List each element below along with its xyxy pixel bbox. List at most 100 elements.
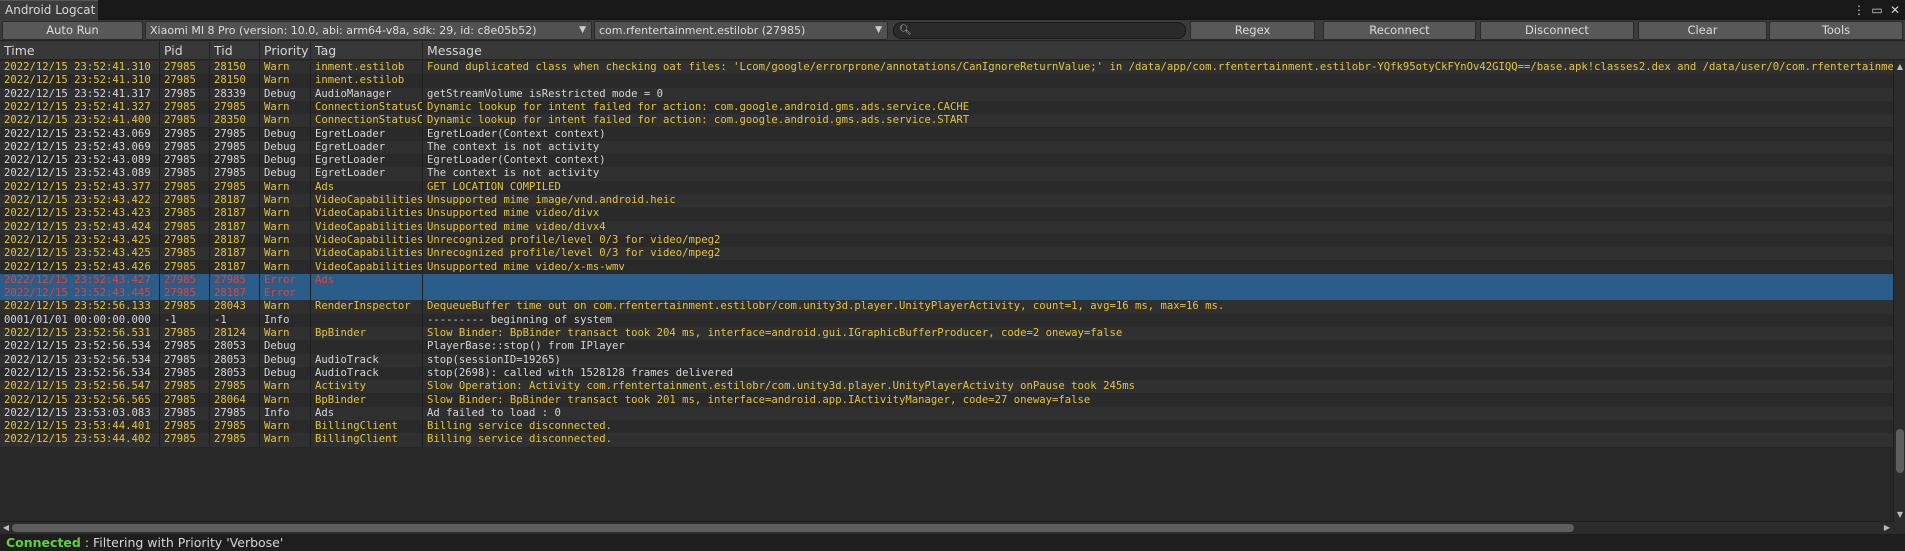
table-row[interactable]: 2022/12/15 23:52:56.534 27985 28053 Debug Au…	[0, 366, 1893, 381]
column-message[interactable]: Message	[423, 41, 1905, 60]
auto-run-button[interactable]: Auto Run	[2, 21, 143, 40]
table-row[interactable]: 2022/12/15 23:52:43.422 27985 28187 Warn Vid…	[0, 194, 1893, 208]
cell-time: 2022/12/15 23:52:43.069	[0, 127, 160, 141]
device-select-value: Xiaomi MI 8 Pro (version: 10.0, abi: arm…	[150, 24, 537, 37]
table-row[interactable]: 2022/12/15 23:52:43.089 27985 27985 Debug Eg…	[0, 154, 1893, 168]
maximize-icon[interactable]: ▭	[1871, 3, 1883, 17]
cell-priority: Warn	[260, 61, 311, 75]
status-bar: Connected : Filtering with Priority 'Ver…	[0, 534, 1905, 551]
chevron-down-icon: ▼	[875, 25, 882, 35]
cell-message: Found duplicated class when checking oat…	[427, 61, 1893, 73]
column-tag[interactable]: Tag	[311, 41, 423, 60]
table-row[interactable]: 2022/12/15 23:52:41.317 27985 28339 Debug Au…	[0, 87, 1893, 101]
cell-message: Unsupported mime image/vnd.android.heic	[427, 194, 676, 206]
cell-tid: 28187	[210, 220, 260, 234]
cell-tid: 27985	[210, 420, 260, 434]
table-row[interactable]: 2022/12/15 23:52:43.426 27985 28187 Warn Vid…	[0, 260, 1893, 274]
scroll-left-icon[interactable]: ◀	[0, 522, 12, 534]
cell-tid: 27985	[210, 100, 260, 115]
table-row[interactable]: 2022/12/15 23:52:56.534 27985 28053 Debug Pl…	[0, 340, 1893, 354]
table-row[interactable]: 2022/12/15 23:53:44.402 27985 27985 Warn Bil…	[0, 433, 1893, 447]
column-priority[interactable]: Priority	[260, 41, 311, 60]
table-row[interactable]: 2022/12/15 23:52:43.425 27985 28187 Warn Vid…	[0, 233, 1893, 248]
table-row[interactable]: 2022/12/15 23:52:43.424 27985 28187 Warn Vid…	[0, 220, 1893, 234]
table-row[interactable]: 2022/12/15 23:52:43.069 27985 27985 Debug Eg…	[0, 140, 1893, 155]
cell-time: 2022/12/15 23:52:43.425	[0, 247, 160, 261]
cell-time: 2022/12/15 23:52:43.089	[0, 167, 160, 181]
cell-tid: 28187	[210, 207, 260, 221]
cell-message	[423, 74, 1893, 87]
regex-button[interactable]: Regex	[1190, 21, 1315, 40]
table-row[interactable]: 2022/12/15 23:52:56.133 27985 28043 Warn Ren…	[0, 300, 1893, 314]
tab-android-logcat[interactable]: Android Logcat	[0, 0, 98, 20]
log-list[interactable]: 2022/12/15 23:52:41.310 27985 28150 Warn inm…	[0, 61, 1893, 521]
cell-message: The context is not activity	[427, 167, 600, 180]
column-time[interactable]: Time	[0, 41, 160, 60]
cell-tid: 28053	[210, 366, 260, 381]
table-row[interactable]: 2022/12/15 23:53:03.083 27985 27985 Info Ads…	[0, 406, 1893, 421]
cell-tag: BpBinder	[311, 327, 423, 341]
device-select[interactable]: Xiaomi MI 8 Pro (version: 10.0, abi: arm…	[145, 21, 592, 40]
scroll-up-icon[interactable]: ▲	[1894, 61, 1905, 73]
close-icon[interactable]: ✕	[1889, 3, 1901, 17]
table-row[interactable]: 2022/12/15 23:53:44.401 27985 27985 Warn Bil…	[0, 420, 1893, 434]
table-row[interactable]: 2022/12/15 23:52:43.445 27985 28187 Error	[0, 287, 1893, 301]
table-row[interactable]: 2022/12/15 23:52:43.069 27985 27985 Debug Eg…	[0, 127, 1893, 141]
kebab-menu-icon[interactable]: ⋮	[1853, 3, 1865, 17]
cell-message: Unsupported mime video/x-ms-wmv	[427, 260, 625, 273]
table-row[interactable]: 2022/12/15 23:52:56.534 27985 28053 Debug Au…	[0, 353, 1893, 367]
cell-message: stop(sessionID=19265)	[427, 353, 561, 366]
horizontal-scrollbar[interactable]: ◀ ▶	[0, 521, 1893, 534]
table-row[interactable]: 2022/12/15 23:52:41.310 27985 28150 Warn inm…	[0, 74, 1893, 88]
package-select-value: com.rfentertainment.estilobr (27985)	[599, 24, 806, 37]
cell-pid: 27985	[160, 233, 210, 248]
cell-message: getStreamVolume isRestricted mode = 0	[427, 87, 663, 100]
cell-priority: Debug	[260, 140, 311, 155]
table-row[interactable]: 2022/12/15 23:52:41.400 27985 28350 Warn Con…	[0, 114, 1893, 128]
horizontal-scroll-thumb[interactable]	[12, 524, 1574, 532]
disconnect-button[interactable]: Disconnect	[1480, 21, 1634, 40]
search-input[interactable]	[910, 23, 1181, 38]
table-row[interactable]: 2022/12/15 23:52:41.310 27985 28150 Warn inm…	[0, 61, 1893, 75]
reconnect-button[interactable]: Reconnect	[1323, 21, 1476, 40]
cell-tag: inment.estilob	[311, 61, 423, 75]
clear-button[interactable]: Clear	[1638, 21, 1767, 40]
cell-message: Billing service disconnected.	[427, 420, 612, 433]
vertical-scrollbar[interactable]: ▲ ▼	[1893, 61, 1905, 521]
search-field[interactable]: 🔍︎	[893, 22, 1186, 39]
cell-tag: AudioTrack	[311, 353, 423, 367]
cell-tag: VideoCapabilities	[311, 233, 423, 248]
column-pid[interactable]: Pid	[160, 41, 210, 60]
cell-priority: Warn	[260, 420, 311, 434]
cell-time: 2022/12/15 23:53:44.401	[0, 420, 160, 434]
package-select[interactable]: com.rfentertainment.estilobr (27985) ▼	[594, 21, 888, 40]
cell-priority: Warn	[260, 74, 311, 88]
table-row[interactable]: 2022/12/15 23:52:43.425 27985 28187 Warn Vid…	[0, 247, 1893, 261]
cell-message: --------- beginning of system	[427, 313, 612, 326]
vertical-scroll-thumb[interactable]	[1896, 429, 1904, 473]
table-row[interactable]: 2022/12/15 23:52:43.089 27985 27985 Debug Eg…	[0, 167, 1893, 181]
cell-tag	[311, 340, 423, 354]
scrollbar-corner	[1893, 521, 1905, 534]
table-row[interactable]: 2022/12/15 23:52:41.327 27985 27985 Warn Con…	[0, 100, 1893, 115]
table-row[interactable]: 2022/12/15 23:52:56.565 27985 28064 Warn BpB…	[0, 393, 1893, 407]
cell-pid: 27985	[160, 100, 210, 115]
scroll-down-icon[interactable]: ▼	[1894, 509, 1905, 521]
cell-pid: 27985	[160, 393, 210, 407]
cell-priority: Warn	[260, 247, 311, 261]
table-row[interactable]: 2022/12/15 23:52:43.427 27985 27985 Error Ad…	[0, 273, 1893, 288]
table-row[interactable]: 2022/12/15 23:52:43.423 27985 28187 Warn Vid…	[0, 207, 1893, 221]
table-row[interactable]: 2022/12/15 23:52:43.377 27985 27985 Warn Ads…	[0, 180, 1893, 194]
cell-message: GET LOCATION COMPILED	[427, 180, 561, 193]
scroll-right-icon[interactable]: ▶	[1881, 522, 1893, 534]
table-row[interactable]: 2022/12/15 23:52:56.531 27985 28124 Warn BpB…	[0, 327, 1893, 341]
column-tid[interactable]: Tid	[210, 41, 260, 60]
cell-pid: 27985	[160, 247, 210, 261]
connection-status: Connected	[6, 535, 81, 550]
table-row[interactable]: 0001/01/01 00:00:00.000 -1 -1 Info ---------…	[0, 313, 1893, 327]
cell-tag: VideoCapabilities	[311, 194, 423, 208]
table-row[interactable]: 2022/12/15 23:52:56.547 27985 27985 Warn Act…	[0, 380, 1893, 394]
cell-priority: Debug	[260, 366, 311, 381]
tools-button[interactable]: Tools	[1769, 21, 1903, 40]
cell-tag	[311, 287, 423, 301]
